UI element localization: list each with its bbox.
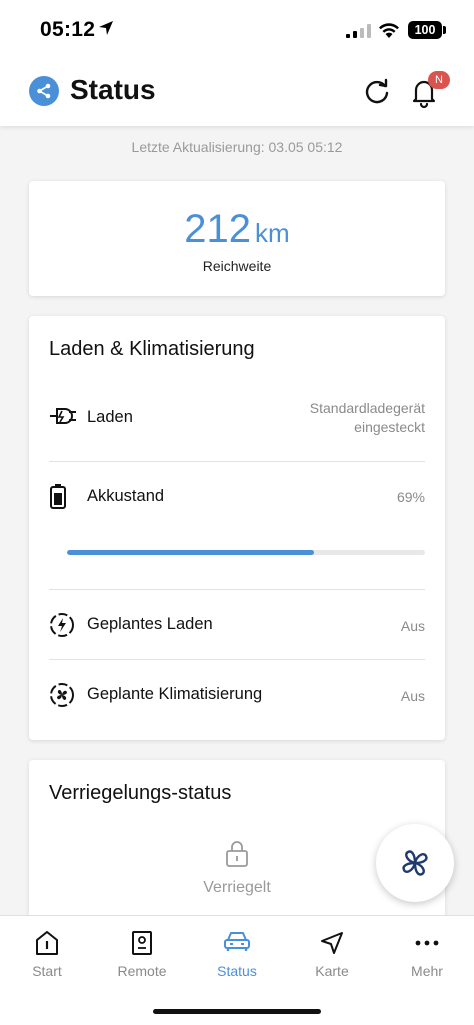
scheduled-charging-label: Geplantes Laden: [87, 615, 213, 633]
range-unit: km: [255, 218, 290, 248]
notifications-button[interactable]: N: [410, 71, 450, 109]
divider: [49, 659, 425, 660]
nav-remote-label: Remote: [117, 963, 167, 979]
range-number: 212: [184, 207, 252, 251]
refresh-icon[interactable]: [362, 77, 392, 107]
lock-card-title: Verriegelungs-status: [49, 782, 232, 804]
charging-card-title: Laden & Klimatisierung: [49, 338, 255, 360]
system-status-bar: 05:12 100: [0, 0, 474, 60]
share-icon: [37, 83, 51, 99]
charging-climate-card: Laden & Klimatisierung Laden Standardlad…: [29, 316, 445, 740]
charging-value: Standardladegerät eingesteckt: [310, 399, 425, 437]
charging-value-line2: eingesteckt: [354, 419, 425, 435]
start-icon: [36, 931, 58, 955]
range-label: Reichweite: [202, 258, 272, 274]
page-title: Status: [70, 74, 156, 105]
climate-fab-button[interactable]: [376, 824, 454, 902]
nav-mehr-label: Mehr: [411, 963, 443, 979]
nav-mehr[interactable]: Mehr: [380, 916, 474, 986]
navigation-icon: [321, 932, 343, 954]
scheduled-climate-value: Aus: [400, 688, 425, 704]
nav-start-icon-wrap: [0, 930, 94, 958]
home-indicator: [153, 1009, 321, 1014]
battery-tip: [443, 26, 446, 34]
app-header: Status N: [0, 60, 474, 126]
nav-mehr-icon-wrap: [380, 930, 474, 958]
battery-indicator: 100: [408, 21, 442, 39]
divider: [49, 461, 425, 462]
nav-status[interactable]: Status: [190, 916, 284, 986]
battery-progress-fill: [67, 550, 315, 555]
nav-start[interactable]: Start: [0, 916, 94, 986]
remote-icon: [132, 931, 152, 955]
location-arrow-icon: [99, 21, 113, 35]
scheduled-charge-icon: [50, 613, 74, 637]
car-icon: [224, 932, 250, 951]
last-update-text: Letzte Aktualisierung: 03.05 05:12: [131, 139, 343, 155]
wifi-icon: [379, 23, 399, 38]
battery-icon: [50, 484, 66, 509]
divider: [49, 589, 425, 590]
battery-progress-bar: [67, 550, 425, 555]
battery-label: Akkustand: [87, 487, 165, 505]
range-value: 212 km: [29, 207, 445, 252]
fan-icon: [402, 850, 428, 876]
charging-value-line1: Standardladegerät: [309, 400, 425, 416]
scheduled-climate-label: Geplante Klimatisierung: [87, 685, 263, 703]
nav-karte-label: Karte: [315, 963, 349, 979]
nav-remote[interactable]: Remote: [95, 916, 189, 986]
nav-status-label: Status: [217, 963, 257, 979]
share-button[interactable]: [29, 76, 59, 106]
cell-signal-icon: [346, 24, 371, 38]
battery-value: 69%: [396, 489, 425, 505]
nav-karte[interactable]: Karte: [285, 916, 379, 986]
scheduled-climate-icon: [50, 683, 74, 707]
charging-label: Laden: [87, 408, 133, 426]
notification-badge: N: [428, 71, 450, 89]
plug-icon: [50, 408, 76, 424]
range-card: 212 km Reichweite: [29, 181, 445, 296]
nav-start-label: Start: [32, 963, 62, 979]
nav-status-icon-wrap: [190, 930, 284, 958]
nav-remote-icon-wrap: [95, 930, 189, 958]
clock: 05:12: [40, 18, 96, 41]
nav-karte-icon-wrap: [285, 930, 379, 958]
more-icon: [415, 940, 439, 946]
lock-icon: [226, 841, 248, 867]
scheduled-charging-value: Aus: [400, 618, 425, 634]
